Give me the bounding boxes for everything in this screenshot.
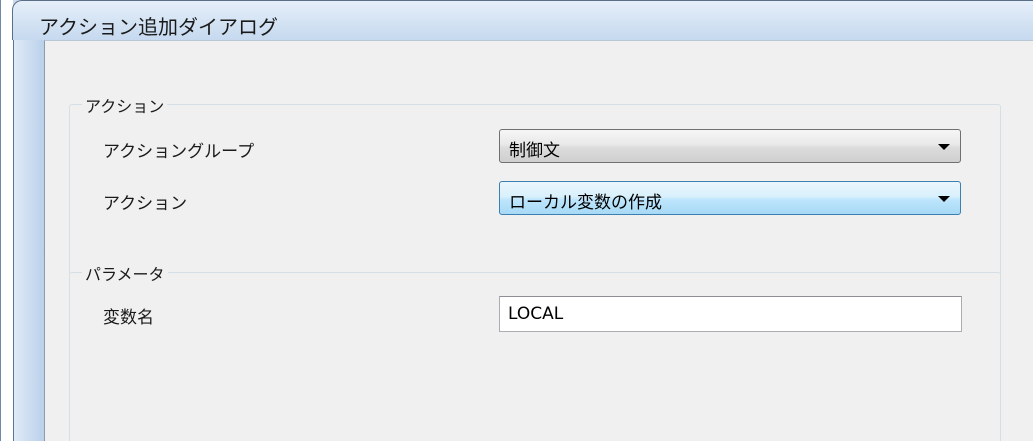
dialog-client-area: アクション アクショングループ 制御文 アクション ローカル変数の作成 パラメー…: [44, 40, 1033, 441]
action-label: アクション: [103, 194, 188, 214]
parameter-groupbox-legend: パラメータ: [82, 261, 168, 285]
variable-name-label: 変数名: [103, 308, 154, 328]
window-frame: [0, 0, 45, 441]
action-group-selected-value: 制御文: [509, 141, 560, 161]
chevron-down-icon: [938, 196, 950, 202]
frame-edge: [13, 0, 45, 441]
dialog-window: アクション追加ダイアログ アクション アクショングループ 制御文 アクション ロ…: [0, 0, 1033, 441]
action-selected-value: ローカル変数の作成: [509, 193, 662, 213]
action-groupbox-legend: アクション: [82, 93, 168, 117]
action-dropdown[interactable]: ローカル変数の作成: [499, 181, 961, 215]
window-title: アクション追加ダイアログ: [39, 15, 278, 39]
title-bar[interactable]: アクション追加ダイアログ: [12, 0, 1033, 40]
frame-background: [1, 0, 13, 441]
variable-name-field[interactable]: [499, 296, 962, 332]
action-group-label: アクショングループ: [103, 142, 255, 162]
variable-name-input[interactable]: [500, 297, 961, 331]
action-group-dropdown[interactable]: 制御文: [499, 129, 961, 163]
chevron-down-icon: [938, 144, 950, 150]
